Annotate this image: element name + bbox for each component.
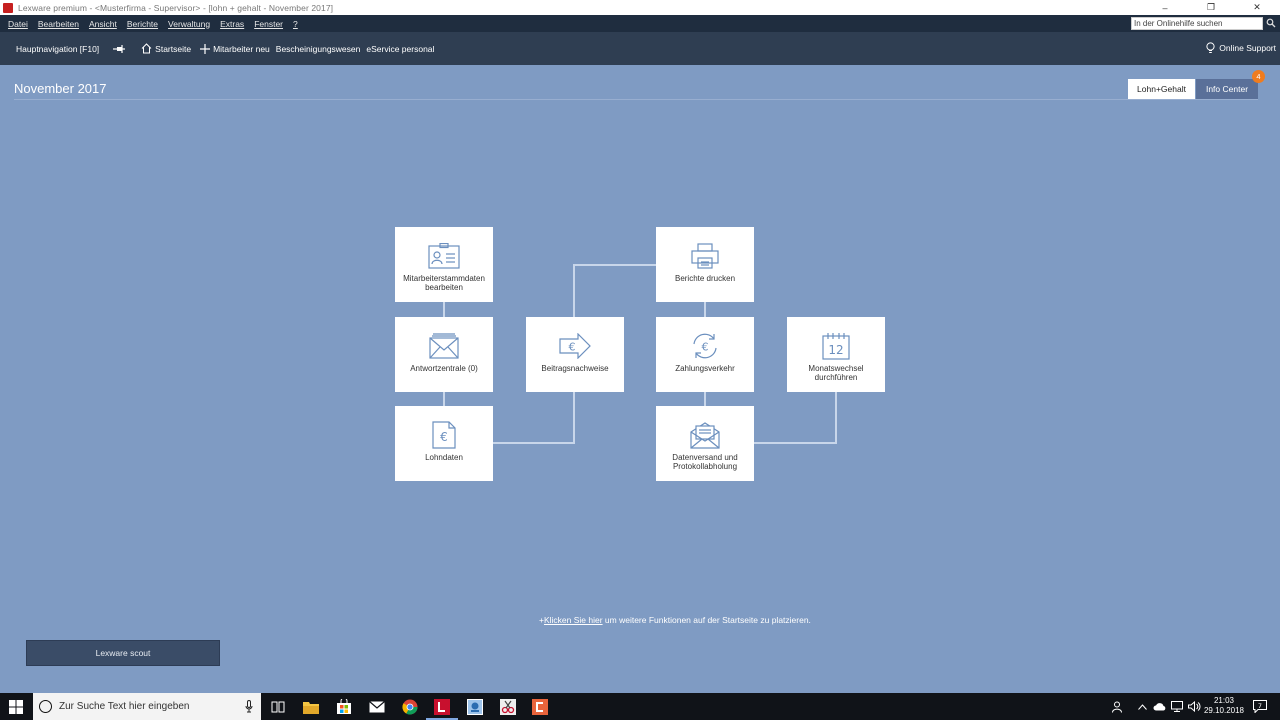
lightbulb-icon (1206, 42, 1215, 53)
tile-zahlungsverkehr[interactable]: € Zahlungsverkehr (656, 317, 754, 392)
volume-icon[interactable] (1188, 701, 1201, 712)
window-titlebar: Lexware premium - <Musterfirma - Supervi… (0, 0, 1280, 15)
chevron-up-icon[interactable] (1138, 703, 1147, 710)
calendar-day: 12 (828, 343, 843, 357)
nav-eservice[interactable]: eService personal (366, 44, 434, 54)
employee-card-icon (427, 241, 461, 271)
tile-datenversand[interactable]: Datenversand und Protokollabholung (656, 406, 754, 481)
page-title: November 2017 (14, 81, 107, 96)
plus-icon (200, 43, 211, 54)
menu-verwaltung[interactable]: Verwaltung (166, 19, 212, 29)
people-icon[interactable] (1112, 701, 1124, 713)
add-functions-hint: +Klicken Sie hier um weitere Funktionen … (539, 615, 811, 625)
hint-text: um weitere Funktionen auf der Startseite… (602, 615, 811, 625)
workflow-connectors (443, 264, 837, 444)
tile-label: Lohndaten (425, 453, 463, 462)
nav-startseite[interactable]: Startseite (141, 43, 191, 54)
tile-mitarbeiterstammdaten[interactable]: Mitarbeiterstammdaten bearbeiten (395, 227, 493, 302)
navigation-toolbar: Hauptnavigation [F10] Startseite Mitarbe… (0, 32, 1280, 65)
nav-startseite-label: Startseite (155, 43, 192, 54)
nav-mitarbeiter-neu[interactable]: Mitarbeiter neu (200, 43, 270, 54)
lexware-scout-button[interactable]: Lexware scout (26, 640, 220, 666)
menu-datei[interactable]: Datei (6, 19, 30, 29)
tile-monatswechsel[interactable]: 12 Monatswechsel durchführen (787, 317, 885, 392)
tile-beitragsnachweise[interactable]: € Beitragsnachweise (526, 317, 624, 392)
clock-date: 29.10.2018 (1203, 706, 1244, 715)
svg-text:€: € (440, 430, 448, 444)
euro-document-icon: € (427, 420, 461, 450)
menu-berichte[interactable]: Berichte (125, 19, 160, 29)
online-support-label: Online Support (1219, 43, 1276, 53)
tile-label: Berichte drucken (674, 274, 736, 283)
restore-button[interactable]: ❐ (1188, 0, 1234, 15)
tile-label: Monatswechsel durchführen (808, 364, 864, 382)
notification-center-icon[interactable]: 7 (1250, 697, 1270, 716)
clock-time: 21:03 (1213, 696, 1234, 705)
menu-help[interactable]: ? (291, 19, 300, 29)
cortana-icon (39, 700, 52, 713)
mail-document-icon (688, 420, 722, 450)
tile-label: Datenversand und Protokollabholung (672, 453, 738, 471)
tile-lohndaten[interactable]: € Lohndaten (395, 406, 493, 481)
windows-logo-icon (9, 699, 23, 714)
hint-link[interactable]: Klicken Sie hier (544, 615, 603, 625)
tile-label: Zahlungsverkehr (675, 364, 735, 373)
euro-arrow-icon: € (558, 331, 592, 361)
nav-mitarbeiter-neu-label: Mitarbeiter neu (213, 43, 270, 54)
taskbar-search-box[interactable]: Zur Suche Text hier eingeben (33, 693, 261, 720)
menu-extras[interactable]: Extras (218, 19, 246, 29)
envelope-icon (427, 331, 461, 361)
svg-text:€: € (702, 341, 709, 354)
store-icon[interactable] (334, 697, 354, 716)
chrome-icon[interactable] (400, 697, 420, 716)
app-installer-icon[interactable] (465, 697, 485, 716)
tile-antwortzentrale[interactable]: Antwortzentrale (0) (395, 317, 493, 392)
pin-icon[interactable] (113, 44, 126, 54)
notification-count: 7 (1258, 702, 1262, 710)
menu-bearbeiten[interactable]: Bearbeiten (36, 19, 81, 29)
minimize-button[interactable]: – (1142, 0, 1188, 15)
app-logo-icon (3, 2, 13, 13)
home-icon (141, 43, 152, 54)
window-title: Lexware premium - <Musterfirma - Supervi… (18, 2, 334, 13)
tile-berichte-drucken[interactable]: Berichte drucken (656, 227, 754, 302)
info-center-badge: 4 (1252, 70, 1265, 83)
system-tray (1112, 693, 1201, 720)
printer-icon (688, 241, 722, 271)
tab-lohn-gehalt[interactable]: Lohn+Gehalt (1128, 79, 1195, 99)
task-view-icon[interactable] (268, 697, 288, 716)
file-explorer-icon[interactable] (301, 697, 321, 716)
header-divider (14, 99, 1258, 100)
nav-bescheinigungswesen[interactable]: Bescheinigungswesen (276, 44, 361, 54)
screencast-app-icon[interactable] (530, 697, 550, 716)
network-icon[interactable] (1171, 701, 1183, 712)
tab-info-center[interactable]: Info Center (1196, 79, 1258, 99)
taskbar-search-placeholder: Zur Suche Text hier eingeben (59, 701, 190, 712)
menu-ansicht[interactable]: Ansicht (87, 19, 119, 29)
tile-label: Mitarbeiterstammdaten bearbeiten (403, 274, 485, 292)
calendar-icon: 12 (819, 331, 853, 361)
start-button[interactable] (0, 693, 32, 720)
help-search-input[interactable] (1131, 17, 1263, 30)
onedrive-cloud-icon[interactable] (1153, 702, 1166, 711)
lexware-taskbar-icon[interactable] (426, 697, 458, 720)
online-support-link[interactable]: Online Support (1206, 42, 1276, 54)
menu-bar: Datei Bearbeiten Ansicht Berichte Verwal… (0, 15, 1280, 32)
tile-label: Antwortzentrale (0) (410, 364, 478, 373)
taskbar-clock[interactable]: 21:03 29.10.2018 (1204, 696, 1244, 716)
tile-label: Beitragsnachweise (541, 364, 609, 373)
window-controls: – ❐ ✕ (1142, 0, 1280, 15)
taskbar: Zur Suche Text hier eingeben 21:03 29.10… (0, 693, 1280, 720)
mail-icon[interactable] (367, 697, 387, 716)
search-icon[interactable] (1266, 18, 1276, 28)
main-navigation-button[interactable]: Hauptnavigation [F10] (16, 44, 99, 54)
microphone-icon[interactable] (245, 700, 253, 713)
menu-fenster[interactable]: Fenster (252, 19, 285, 29)
close-button[interactable]: ✕ (1234, 0, 1280, 15)
svg-text:€: € (569, 341, 576, 354)
snipping-tool-icon[interactable] (498, 697, 518, 716)
euro-exchange-icon: € (688, 331, 722, 361)
